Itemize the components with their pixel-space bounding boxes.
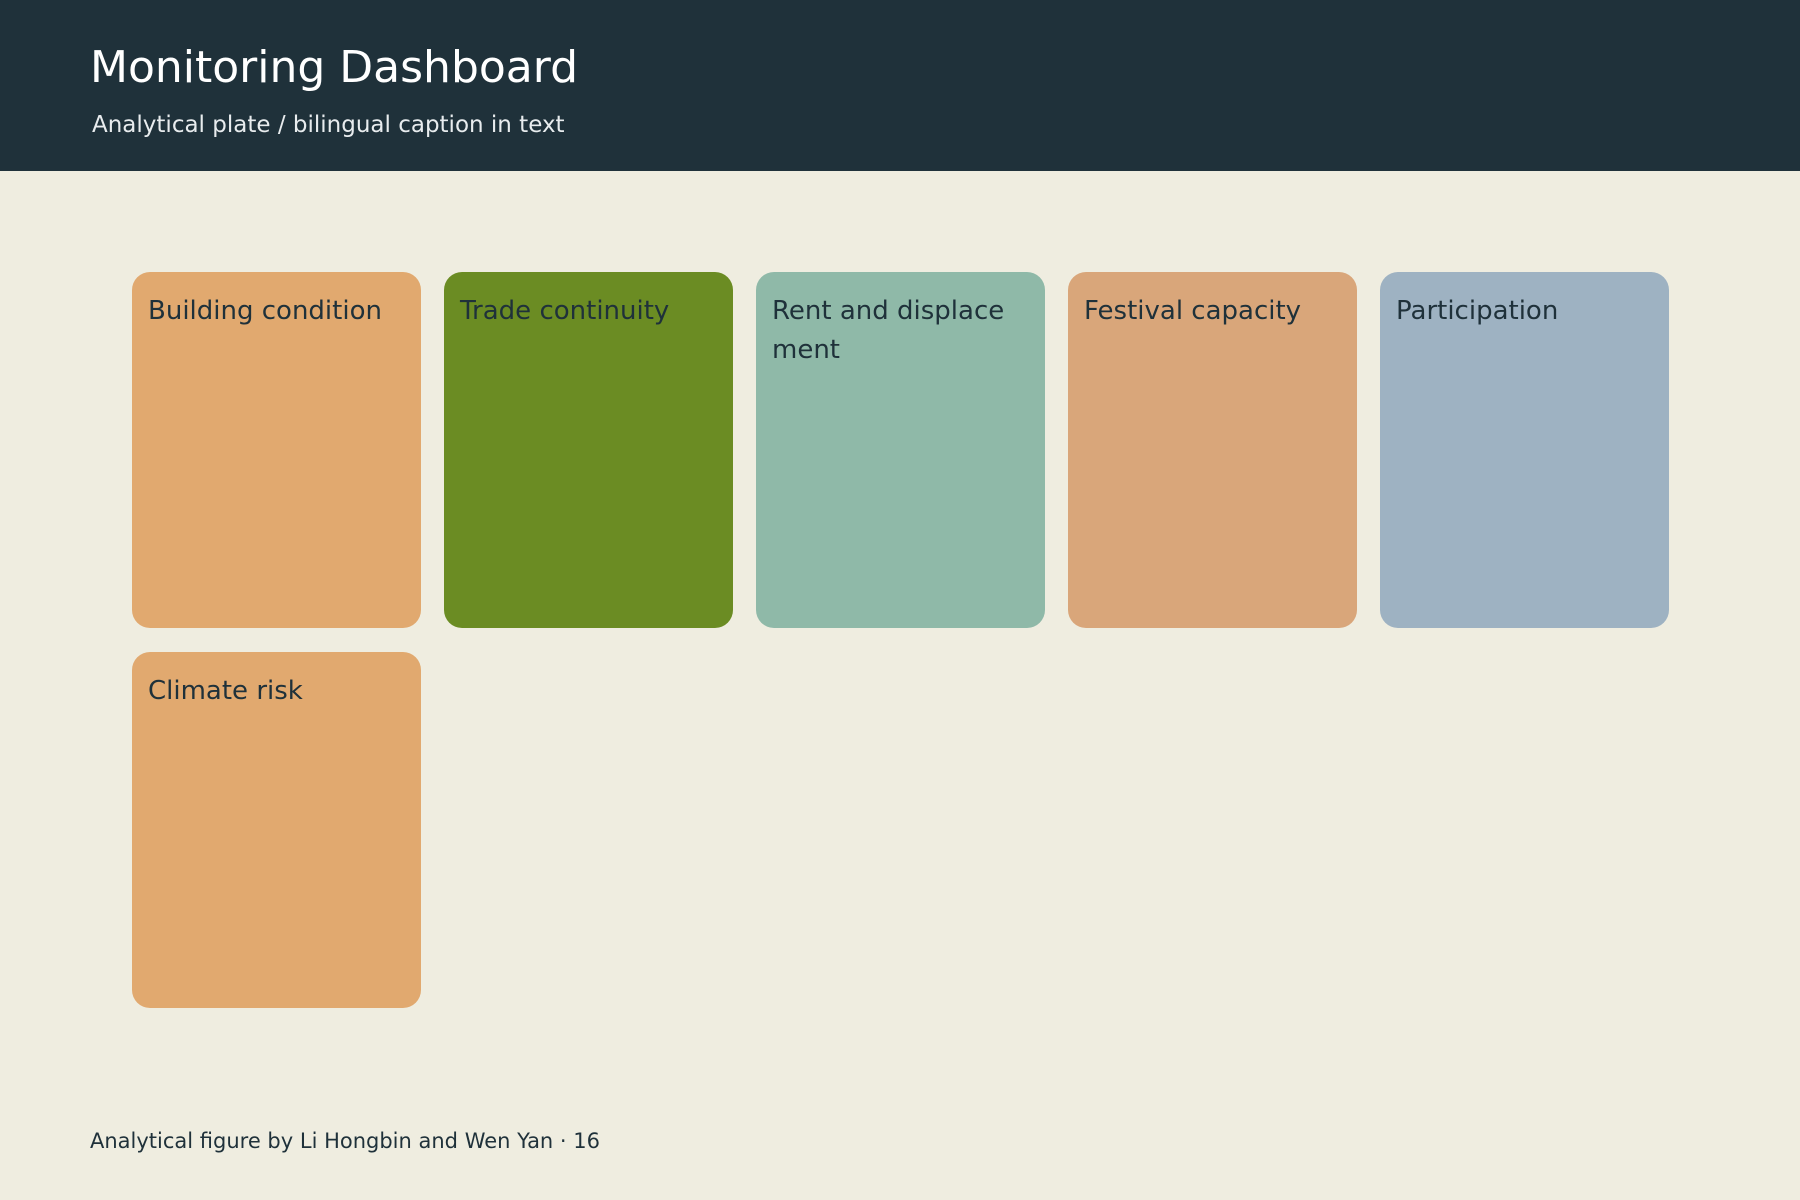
tile-trade-continuity: Trade continuity (444, 272, 733, 628)
tile-rent-and-displacement: Rent and displacement (756, 272, 1045, 628)
tile-label: Rent and displacement (772, 296, 1005, 365)
page-subtitle: Analytical plate / bilingual caption in … (92, 112, 565, 138)
tile-label: Participation (1396, 296, 1559, 326)
tile-climate-risk: Climate risk (132, 652, 421, 1008)
tile-building-condition: Building condition (132, 272, 421, 628)
tile-festival-capacity: Festival capacity (1068, 272, 1357, 628)
tile-label: Climate risk (148, 676, 303, 706)
tile-label: Trade continuity (460, 296, 670, 326)
tile-label: Festival capacity (1084, 296, 1302, 326)
page-title: Monitoring Dashboard (90, 42, 578, 93)
header-band: Monitoring Dashboard Analytical plate / … (0, 0, 1800, 171)
tile-label: Building condition (148, 296, 382, 326)
indicator-grid: Building condition Trade continuity Rent… (132, 272, 1670, 1008)
figure-credit: Analytical figure by Li Hongbin and Wen … (90, 1129, 600, 1153)
tile-participation: Participation (1380, 272, 1669, 628)
